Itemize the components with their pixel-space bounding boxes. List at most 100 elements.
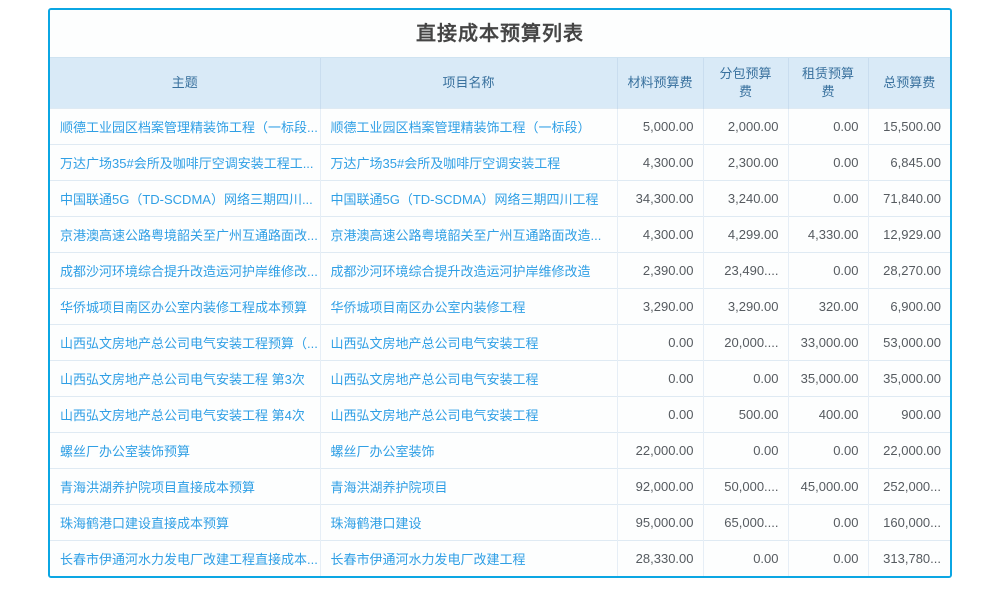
rental-budget-value: 0.00 (788, 252, 868, 288)
rental-budget-value: 35,000.00 (788, 360, 868, 396)
subcontract-budget-value: 2,300.00 (703, 144, 788, 180)
material-budget-value: 0.00 (617, 360, 703, 396)
header-row: 主题 项目名称 材料预算费 分包预算费 租赁预算费 总预算费 (50, 58, 950, 108)
table-row: 山西弘文房地产总公司电气安装工程 第3次 山西弘文房地产总公司电气安装工程 0.… (50, 360, 950, 396)
rental-budget-value: 0.00 (788, 504, 868, 540)
total-budget-value: 6,845.00 (868, 144, 950, 180)
subcontract-budget-value: 3,290.00 (703, 288, 788, 324)
subject-link[interactable]: 万达广场35#会所及咖啡厅空调安装工程工... (50, 144, 320, 180)
total-budget-value: 71,840.00 (868, 180, 950, 216)
subject-link[interactable]: 顺德工业园区档案管理精装饰工程（一标段... (50, 108, 320, 144)
project-link[interactable]: 中国联通5G（TD-SCDMA）网络三期四川工程 (320, 180, 617, 216)
total-budget-value: 35,000.00 (868, 360, 950, 396)
rental-budget-value: 0.00 (788, 432, 868, 468)
subcontract-budget-value: 50,000.... (703, 468, 788, 504)
material-budget-value: 5,000.00 (617, 108, 703, 144)
total-budget-value: 22,000.00 (868, 432, 950, 468)
column-header-material-budget: 材料预算费 (617, 58, 703, 108)
project-link[interactable]: 京港澳高速公路粤境韶关至广州互通路面改造... (320, 216, 617, 252)
rental-budget-value: 45,000.00 (788, 468, 868, 504)
column-header-rental-budget: 租赁预算费 (788, 58, 868, 108)
subject-link[interactable]: 山西弘文房地产总公司电气安装工程预算（... (50, 324, 320, 360)
column-header-total-budget: 总预算费 (868, 58, 950, 108)
material-budget-value: 4,300.00 (617, 144, 703, 180)
material-budget-value: 34,300.00 (617, 180, 703, 216)
project-link[interactable]: 万达广场35#会所及咖啡厅空调安装工程 (320, 144, 617, 180)
subject-link[interactable]: 螺丝厂办公室装饰预算 (50, 432, 320, 468)
total-budget-value: 12,929.00 (868, 216, 950, 252)
material-budget-value: 3,290.00 (617, 288, 703, 324)
total-budget-value: 900.00 (868, 396, 950, 432)
subcontract-budget-value: 2,000.00 (703, 108, 788, 144)
total-budget-value: 160,000... (868, 504, 950, 540)
material-budget-value: 92,000.00 (617, 468, 703, 504)
rental-budget-value: 0.00 (788, 108, 868, 144)
subject-link[interactable]: 山西弘文房地产总公司电气安装工程 第4次 (50, 396, 320, 432)
rental-budget-value: 0.00 (788, 144, 868, 180)
project-link[interactable]: 珠海鹤港口建设 (320, 504, 617, 540)
subcontract-budget-value: 3,240.00 (703, 180, 788, 216)
project-link[interactable]: 长春市伊通河水力发电厂改建工程 (320, 540, 617, 576)
subcontract-budget-value: 0.00 (703, 540, 788, 576)
budget-table: 主题 项目名称 材料预算费 分包预算费 租赁预算费 总预算费 顺德工业园区档案管… (50, 58, 950, 576)
material-budget-value: 28,330.00 (617, 540, 703, 576)
column-header-subcontract-budget: 分包预算费 (703, 58, 788, 108)
material-budget-value: 95,000.00 (617, 504, 703, 540)
table-body: 顺德工业园区档案管理精装饰工程（一标段... 顺德工业园区档案管理精装饰工程（一… (50, 108, 950, 576)
project-link[interactable]: 华侨城项目南区办公室内装修工程 (320, 288, 617, 324)
rental-budget-value: 400.00 (788, 396, 868, 432)
total-budget-value: 28,270.00 (868, 252, 950, 288)
subcontract-budget-value: 0.00 (703, 432, 788, 468)
table-row: 京港澳高速公路粤境韶关至广州互通路面改... 京港澳高速公路粤境韶关至广州互通路… (50, 216, 950, 252)
material-budget-value: 2,390.00 (617, 252, 703, 288)
project-link[interactable]: 顺德工业园区档案管理精装饰工程（一标段） (320, 108, 617, 144)
project-link[interactable]: 山西弘文房地产总公司电气安装工程 (320, 396, 617, 432)
rental-budget-value: 0.00 (788, 180, 868, 216)
total-budget-value: 313,780... (868, 540, 950, 576)
project-link[interactable]: 山西弘文房地产总公司电气安装工程 (320, 360, 617, 396)
subject-link[interactable]: 珠海鹤港口建设直接成本预算 (50, 504, 320, 540)
column-header-subject: 主题 (50, 58, 320, 108)
subject-link[interactable]: 成都沙河环境综合提升改造运河护岸维修改... (50, 252, 320, 288)
table-row: 万达广场35#会所及咖啡厅空调安装工程工... 万达广场35#会所及咖啡厅空调安… (50, 144, 950, 180)
material-budget-value: 22,000.00 (617, 432, 703, 468)
table-row: 山西弘文房地产总公司电气安装工程预算（... 山西弘文房地产总公司电气安装工程 … (50, 324, 950, 360)
subject-link[interactable]: 中国联通5G（TD-SCDMA）网络三期四川... (50, 180, 320, 216)
subcontract-budget-value: 20,000.... (703, 324, 788, 360)
project-link[interactable]: 螺丝厂办公室装饰 (320, 432, 617, 468)
table-row: 顺德工业园区档案管理精装饰工程（一标段... 顺德工业园区档案管理精装饰工程（一… (50, 108, 950, 144)
material-budget-value: 0.00 (617, 396, 703, 432)
table-row: 珠海鹤港口建设直接成本预算 珠海鹤港口建设 95,000.00 65,000..… (50, 504, 950, 540)
rental-budget-value: 0.00 (788, 540, 868, 576)
subcontract-budget-value: 0.00 (703, 360, 788, 396)
subject-link[interactable]: 山西弘文房地产总公司电气安装工程 第3次 (50, 360, 320, 396)
subject-link[interactable]: 长春市伊通河水力发电厂改建工程直接成本... (50, 540, 320, 576)
subcontract-budget-value: 500.00 (703, 396, 788, 432)
total-budget-value: 252,000... (868, 468, 950, 504)
rental-budget-value: 4,330.00 (788, 216, 868, 252)
table-row: 螺丝厂办公室装饰预算 螺丝厂办公室装饰 22,000.00 0.00 0.00 … (50, 432, 950, 468)
project-link[interactable]: 成都沙河环境综合提升改造运河护岸维修改造 (320, 252, 617, 288)
budget-list-card: 直接成本预算列表 主题 项目名称 材料预算费 分包预算费 租赁预算费 总预算费 … (48, 8, 952, 578)
table-row: 长春市伊通河水力发电厂改建工程直接成本... 长春市伊通河水力发电厂改建工程 2… (50, 540, 950, 576)
table-row: 青海洪湖养护院项目直接成本预算 青海洪湖养护院项目 92,000.00 50,0… (50, 468, 950, 504)
table-row: 华侨城项目南区办公室内装修工程成本预算 华侨城项目南区办公室内装修工程 3,29… (50, 288, 950, 324)
column-header-project: 项目名称 (320, 58, 617, 108)
material-budget-value: 0.00 (617, 324, 703, 360)
project-link[interactable]: 青海洪湖养护院项目 (320, 468, 617, 504)
subject-link[interactable]: 青海洪湖养护院项目直接成本预算 (50, 468, 320, 504)
page-title: 直接成本预算列表 (50, 10, 950, 58)
table-row: 成都沙河环境综合提升改造运河护岸维修改... 成都沙河环境综合提升改造运河护岸维… (50, 252, 950, 288)
project-link[interactable]: 山西弘文房地产总公司电气安装工程 (320, 324, 617, 360)
subject-link[interactable]: 京港澳高速公路粤境韶关至广州互通路面改... (50, 216, 320, 252)
table-row: 中国联通5G（TD-SCDMA）网络三期四川... 中国联通5G（TD-SCDM… (50, 180, 950, 216)
subject-link[interactable]: 华侨城项目南区办公室内装修工程成本预算 (50, 288, 320, 324)
rental-budget-value: 320.00 (788, 288, 868, 324)
table-header: 主题 项目名称 材料预算费 分包预算费 租赁预算费 总预算费 (50, 58, 950, 108)
subcontract-budget-value: 4,299.00 (703, 216, 788, 252)
subcontract-budget-value: 65,000.... (703, 504, 788, 540)
material-budget-value: 4,300.00 (617, 216, 703, 252)
total-budget-value: 15,500.00 (868, 108, 950, 144)
subcontract-budget-value: 23,490.... (703, 252, 788, 288)
table-row: 山西弘文房地产总公司电气安装工程 第4次 山西弘文房地产总公司电气安装工程 0.… (50, 396, 950, 432)
